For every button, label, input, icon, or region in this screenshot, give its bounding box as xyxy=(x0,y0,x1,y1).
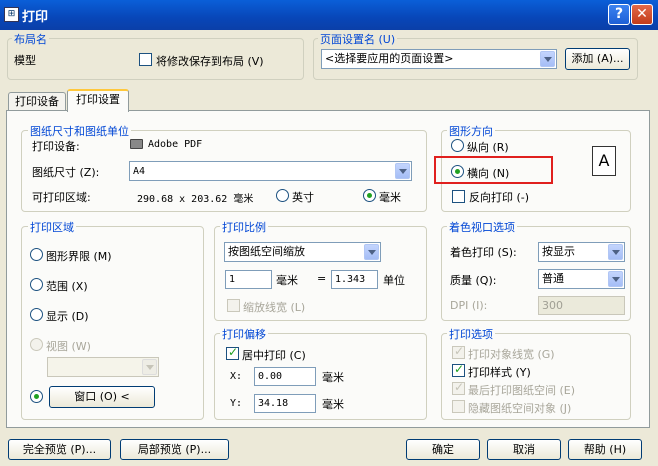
printable-area-value: 290.68 x 203.62 毫米 xyxy=(137,194,254,205)
shade-plot-label: 着色打印 (S): xyxy=(450,246,517,259)
window-title: 打印 xyxy=(22,10,49,25)
paper-size-label: 图纸尺寸 (Z): xyxy=(32,166,100,179)
window-pick-button[interactable]: 窗口 (O) < xyxy=(49,386,155,408)
partial-preview-button[interactable]: 局部预览 (P)... xyxy=(120,439,229,460)
save-to-layout-label: 将修改保存到布局 (V) xyxy=(156,55,264,68)
title-bar[interactable]: ⊞ 打印 ? ✕ xyxy=(0,0,658,30)
chevron-down-icon xyxy=(364,244,379,260)
full-preview-button[interactable]: 完全预览 (P)... xyxy=(8,439,111,460)
center-plot-label: 居中打印 (C) xyxy=(242,349,306,362)
center-plot-checkbox[interactable] xyxy=(226,345,239,360)
view-radio xyxy=(30,338,43,351)
quality-selected: 普通 xyxy=(542,272,564,285)
ok-button[interactable]: 确定 xyxy=(406,439,480,460)
tab-plot-device[interactable]: 打印设备 xyxy=(8,92,66,112)
landscape-radio[interactable] xyxy=(451,165,464,178)
autocad-app-icon: ⊞ xyxy=(4,7,19,22)
unit-inch-radio[interactable] xyxy=(276,189,289,202)
chevron-down-icon xyxy=(608,244,623,260)
scale-lineweights-label: 缩放线宽 (L) xyxy=(243,301,306,314)
plot-scale-select[interactable]: 按图纸空间缩放 xyxy=(224,242,381,262)
printable-area-label: 可打印区域: xyxy=(32,191,91,204)
hide-paperspace-objects-checkbox xyxy=(452,400,465,413)
printer-icon xyxy=(130,139,143,149)
portrait-label: 纵向 (R) xyxy=(467,141,509,154)
add-page-setup-button[interactable]: 添加 (A)... xyxy=(565,48,630,70)
offset-x-input[interactable]: 0.00 xyxy=(254,367,316,386)
plot-styles-checkbox[interactable] xyxy=(452,362,465,377)
reverse-plot-label: 反向打印 (-) xyxy=(469,191,530,204)
limits-label: 图形界限 (M) xyxy=(46,250,112,263)
close-window-button[interactable]: ✕ xyxy=(631,4,653,25)
hide-paperspace-objects-label: 隐藏图纸空间对象 (J) xyxy=(468,402,572,415)
device-label: 打印设备: xyxy=(32,140,80,153)
help-button[interactable]: 帮助 (H) xyxy=(568,439,642,460)
shaded-viewport-legend: 着色视口选项 xyxy=(447,219,517,235)
offset-x-label: X: xyxy=(230,371,243,382)
layout-name-legend: 布局名 xyxy=(12,31,49,47)
landscape-label: 横向 (N) xyxy=(467,167,510,180)
page-setup-select[interactable]: <选择要应用的页面设置> xyxy=(321,49,557,69)
device-value: Adobe PDF xyxy=(148,139,203,150)
view-label: 视图 (W) xyxy=(46,340,91,353)
limits-radio[interactable] xyxy=(30,248,43,261)
cancel-button[interactable]: 取消 xyxy=(487,439,561,460)
orientation-legend: 图形方向 xyxy=(447,123,495,139)
plot-paperspace-last-checkbox xyxy=(452,380,465,395)
offset-y-label: Y: xyxy=(230,398,243,409)
scale-equals-label: = xyxy=(317,272,327,285)
window-radio[interactable] xyxy=(30,390,43,403)
paper-size-select[interactable]: A4 xyxy=(129,161,412,181)
offset-y-input[interactable]: 34.18 xyxy=(254,394,316,413)
plot-lineweights-checkbox xyxy=(452,344,465,359)
scale-mm-label: 毫米 xyxy=(276,274,298,287)
page-setup-selected-text: <选择要应用的页面设置> xyxy=(325,52,454,65)
chevron-down-icon xyxy=(540,51,555,67)
offset-x-unit: 毫米 xyxy=(322,371,344,384)
unit-mm-radio[interactable] xyxy=(363,189,376,202)
scale-lineweights-checkbox xyxy=(227,299,240,312)
plot-area-legend: 打印区域 xyxy=(28,219,76,235)
chevron-down-icon xyxy=(608,271,623,287)
plot-paperspace-last-label: 最后打印图纸空间 (E) xyxy=(468,384,576,397)
plot-offset-legend: 打印偏移 xyxy=(220,326,268,342)
help-title-button[interactable]: ? xyxy=(608,4,630,25)
extents-radio[interactable] xyxy=(30,278,43,291)
plot-scale-selected: 按图纸空间缩放 xyxy=(228,245,305,258)
view-select xyxy=(47,357,159,377)
unit-mm-label: 毫米 xyxy=(379,191,401,204)
scale-paper-units-input[interactable]: 1 xyxy=(225,270,272,289)
plot-styles-label: 打印样式 (Y) xyxy=(468,366,531,379)
plot-scale-legend: 打印比例 xyxy=(220,219,268,235)
display-radio[interactable] xyxy=(30,308,43,321)
dpi-input: 300 xyxy=(538,296,625,315)
offset-y-unit: 毫米 xyxy=(322,398,344,411)
orientation-preview-icon: A xyxy=(592,146,616,176)
scale-drawing-units-input[interactable]: 1.343 xyxy=(331,270,378,289)
shade-plot-select[interactable]: 按显示 xyxy=(538,242,625,262)
chevron-down-icon xyxy=(395,163,410,179)
page-setup-legend: 页面设置名 (U) xyxy=(318,31,398,47)
extents-label: 范围 (X) xyxy=(46,280,88,293)
plot-lineweights-label: 打印对象线宽 (G) xyxy=(468,348,555,361)
quality-select[interactable]: 普通 xyxy=(538,269,625,289)
paper-size-legend: 图纸尺寸和图纸单位 xyxy=(28,123,131,139)
scale-units-label: 单位 xyxy=(383,274,405,287)
reverse-plot-checkbox[interactable] xyxy=(452,190,465,203)
tab-plot-settings[interactable]: 打印设置 xyxy=(67,89,129,112)
shade-plot-selected: 按显示 xyxy=(542,245,575,258)
chevron-down-icon xyxy=(142,359,157,375)
display-label: 显示 (D) xyxy=(46,310,89,323)
portrait-radio[interactable] xyxy=(451,139,464,152)
plot-options-legend: 打印选项 xyxy=(447,326,495,342)
paper-size-selected: A4 xyxy=(133,166,146,177)
dpi-label: DPI (I): xyxy=(450,299,488,312)
save-to-layout-checkbox[interactable] xyxy=(139,53,152,66)
quality-label: 质量 (Q): xyxy=(450,274,497,287)
layout-name-value: 模型 xyxy=(14,54,36,67)
unit-inch-label: 英寸 xyxy=(292,191,314,204)
